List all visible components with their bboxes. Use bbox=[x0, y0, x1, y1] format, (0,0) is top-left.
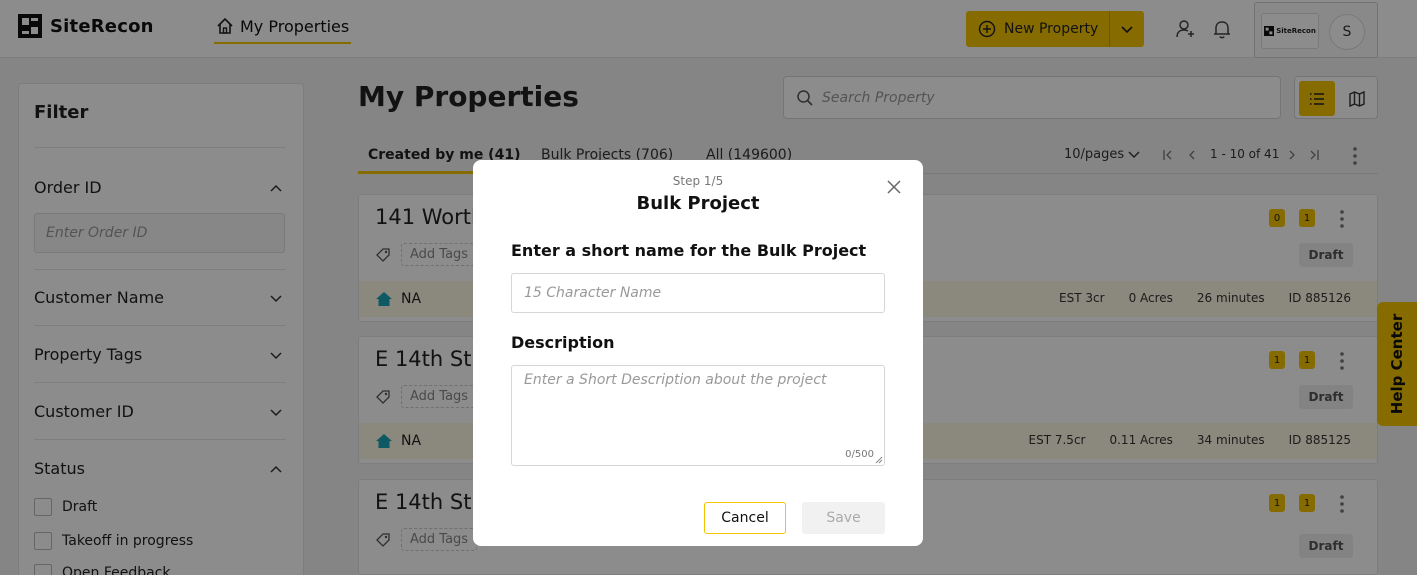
name-label: Enter a short name for the Bulk Project bbox=[511, 241, 867, 260]
bulk-project-dialog: Step 1/5 Bulk Project Enter a short name… bbox=[473, 160, 923, 546]
description-textarea[interactable]: Enter a Short Description about the proj… bbox=[511, 365, 885, 466]
description-placeholder: Enter a Short Description about the proj… bbox=[524, 372, 827, 388]
project-name-input[interactable]: 15 Character Name bbox=[511, 273, 885, 313]
dialog-title: Bulk Project bbox=[636, 193, 760, 214]
character-counter: 0/500 bbox=[845, 449, 874, 460]
cancel-button[interactable]: Cancel bbox=[704, 502, 786, 534]
close-icon[interactable] bbox=[886, 179, 902, 195]
save-button[interactable]: Save bbox=[802, 502, 885, 534]
step-indicator: Step 1/5 bbox=[672, 174, 724, 188]
description-label: Description bbox=[511, 333, 615, 352]
resize-handle-icon[interactable] bbox=[875, 456, 883, 464]
